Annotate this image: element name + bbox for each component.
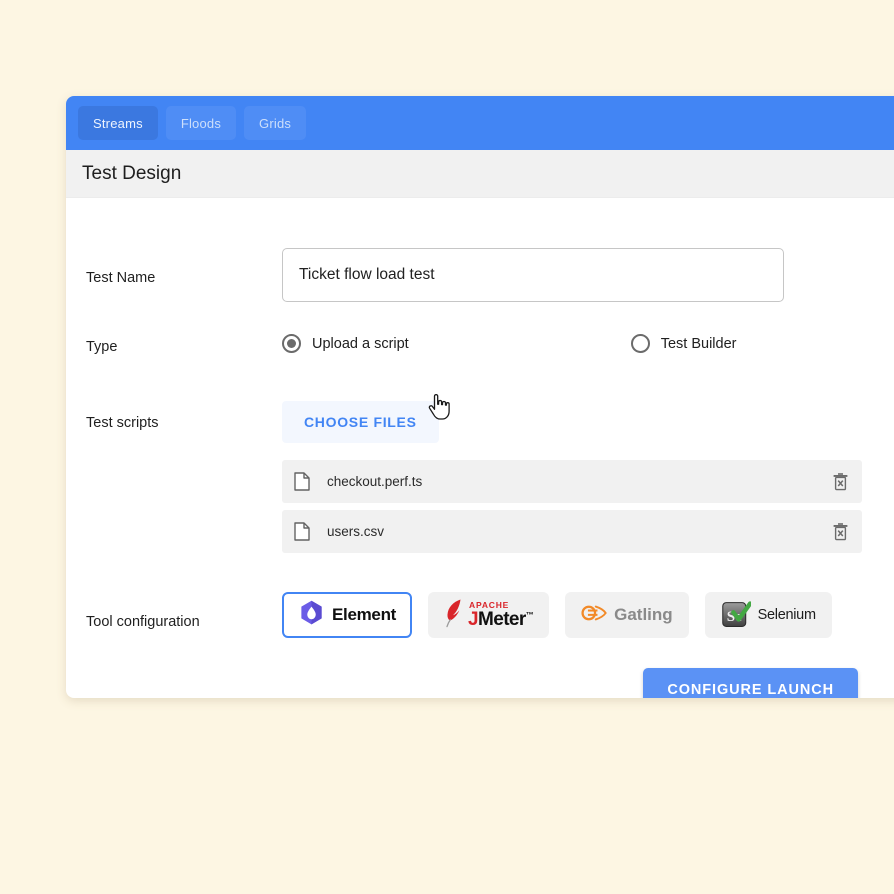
field-test-name: Test Name xyxy=(66,248,894,302)
tool-card-selenium-label: Selenium xyxy=(758,607,816,623)
radio-test-builder[interactable]: Test Builder xyxy=(631,334,737,353)
radio-unselected-icon xyxy=(631,334,650,353)
tool-card-jmeter-label: JMeter™ xyxy=(468,610,533,629)
radio-upload-a-script-label: Upload a script xyxy=(312,336,409,352)
file-name: checkout.perf.ts xyxy=(327,474,833,489)
page-header: Test Design xyxy=(66,150,894,198)
tool-card-element-label: Element xyxy=(332,605,396,625)
field-test-scripts: Test scripts CHOOSE FILES checkout.perf.… xyxy=(66,401,894,560)
field-tool-configuration: Tool configuration Element xyxy=(66,592,894,638)
tool-card-selenium[interactable]: Se Selenium xyxy=(705,592,832,638)
file-list-item[interactable]: checkout.perf.ts xyxy=(282,460,862,503)
radio-test-builder-label: Test Builder xyxy=(661,336,737,352)
top-navigation-tabs: Streams Floods Grids xyxy=(66,96,894,150)
tool-card-group: Element APACHE xyxy=(282,592,894,638)
tool-card-gatling-label: Gatling xyxy=(614,605,673,625)
page-title: Test Design xyxy=(82,163,181,185)
jmeter-trademark: ™ xyxy=(526,611,533,620)
radio-upload-a-script[interactable]: Upload a script xyxy=(282,334,409,353)
jmeter-apache-label: APACHE xyxy=(469,601,533,610)
configure-launch-button[interactable]: CONFIGURE LAUNCH xyxy=(643,668,858,698)
document-icon xyxy=(294,522,310,541)
selenium-logo-icon: Se xyxy=(721,600,751,630)
gatling-logo-icon xyxy=(581,603,607,628)
choose-files-button[interactable]: CHOOSE FILES xyxy=(282,401,439,443)
field-type: Type Upload a script Test Builder xyxy=(66,334,894,355)
type-label: Type xyxy=(66,334,282,355)
test-scripts-label: Test scripts xyxy=(66,401,282,431)
tab-grids[interactable]: Grids xyxy=(244,106,306,140)
uploaded-file-list: checkout.perf.ts xyxy=(282,460,894,553)
test-name-label: Test Name xyxy=(66,248,282,286)
test-name-input[interactable] xyxy=(282,248,784,302)
tool-configuration-label: Tool configuration xyxy=(66,592,282,630)
tab-streams-label: Streams xyxy=(93,116,143,131)
tool-card-gatling[interactable]: Gatling xyxy=(565,592,689,638)
tab-streams[interactable]: Streams xyxy=(78,106,158,140)
test-design-window: Streams Floods Grids Test Design Test Na… xyxy=(66,96,894,698)
file-name: users.csv xyxy=(327,524,833,539)
tool-card-element[interactable]: Element xyxy=(282,592,412,638)
test-design-form: Test Name Type Upload a script Test Buil… xyxy=(66,198,894,698)
trash-icon[interactable] xyxy=(833,523,848,541)
file-list-item[interactable]: users.csv xyxy=(282,510,862,553)
element-logo-icon xyxy=(298,599,325,631)
radio-selected-icon xyxy=(282,334,301,353)
document-icon xyxy=(294,472,310,491)
tab-floods-label: Floods xyxy=(181,116,221,131)
form-actions: CONFIGURE LAUNCH xyxy=(66,668,894,698)
tab-grids-label: Grids xyxy=(259,116,291,131)
tab-floods[interactable]: Floods xyxy=(166,106,236,140)
jmeter-feather-icon xyxy=(444,598,464,633)
type-radio-group: Upload a script Test Builder xyxy=(282,334,894,353)
trash-icon[interactable] xyxy=(833,473,848,491)
tool-card-jmeter[interactable]: APACHE JMeter™ xyxy=(428,592,549,638)
